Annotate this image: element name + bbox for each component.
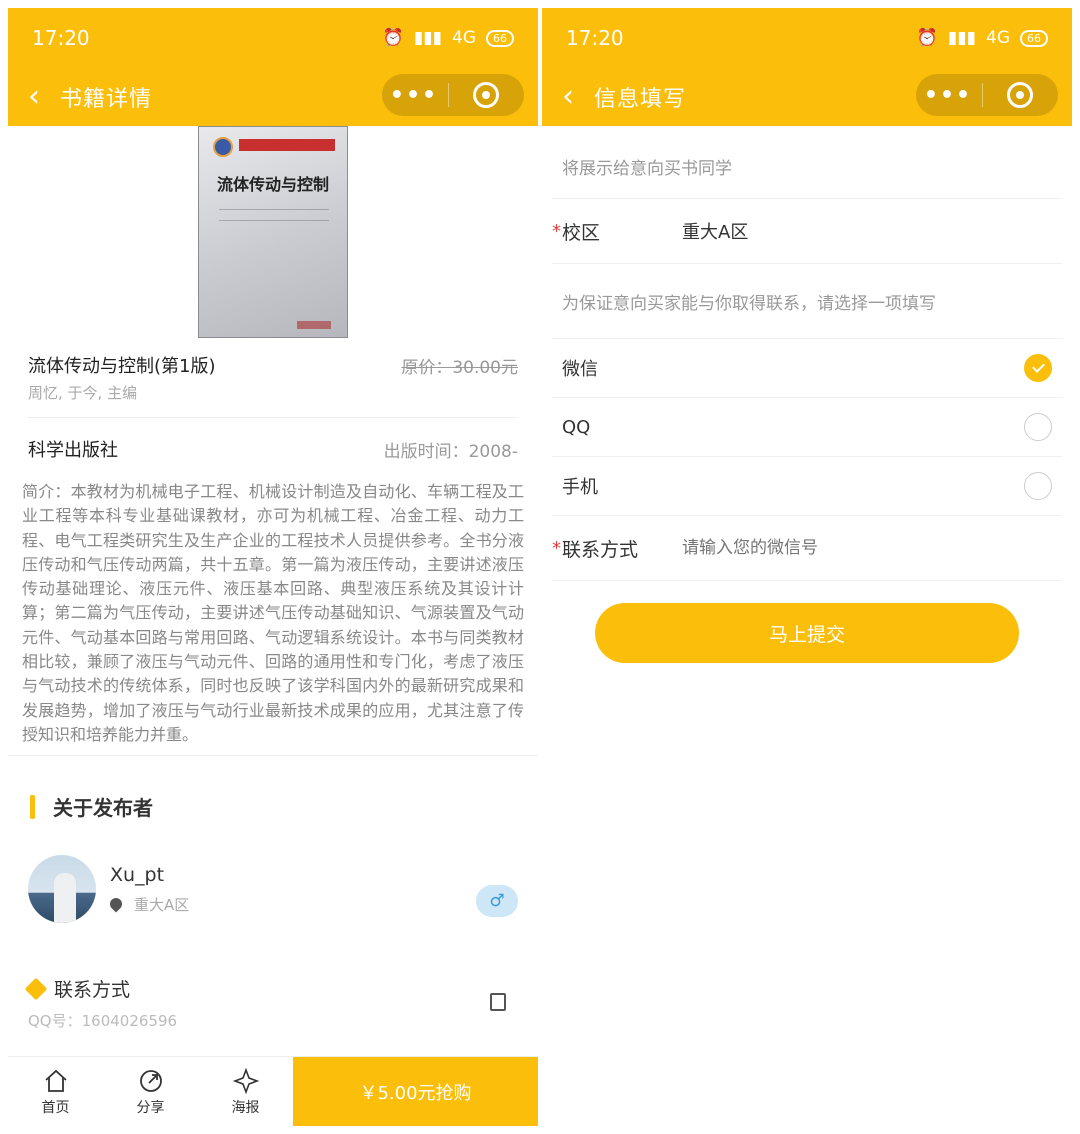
phone-radio[interactable] xyxy=(1024,472,1052,500)
book-name: 流体传动与控制(第1版) xyxy=(28,356,216,377)
about-publisher-title: 关于发布者 xyxy=(53,796,153,821)
cover-publisher-mark xyxy=(297,321,331,329)
poster-icon xyxy=(232,1067,260,1095)
qq-radio[interactable] xyxy=(1024,413,1052,441)
network-label: 4G xyxy=(452,28,476,48)
bottom-action-bar: 首页 分享 海报 ￥5.00元抢购 xyxy=(8,1056,538,1126)
publisher-location-text: 重大A区 xyxy=(134,895,190,914)
home-icon xyxy=(42,1067,70,1095)
target-icon xyxy=(1007,82,1033,108)
publisher-card[interactable]: Xu_pt 重大A区 ♂ xyxy=(8,821,538,924)
tab-poster[interactable]: 海报 xyxy=(198,1057,293,1126)
option-qq-label: QQ xyxy=(562,416,591,438)
mini-program-capsule: ••• xyxy=(916,74,1058,116)
book-detail-screen: 17:20 ⏰ ▮▮▮ 4G 66 ‹ 书籍详情 ••• 流体传动与控制 流体传… xyxy=(8,8,538,1126)
divider xyxy=(552,580,1062,581)
contact-title: 联系方式 xyxy=(54,979,131,1002)
book-cover[interactable]: 流体传动与控制 xyxy=(198,126,348,338)
book-intro: 简介：本教材为机械电子工程、机械设计制造及自动化、车辆工程及工业工程等本科专业基… xyxy=(22,482,524,744)
status-icons: ⏰ ▮▮▮ 4G 66 xyxy=(383,28,514,48)
campus-value[interactable]: 重大A区 xyxy=(682,218,748,244)
campus-label: 校区 xyxy=(562,221,601,244)
nav-bar: ‹ 信息填写 ••• xyxy=(542,68,1072,126)
contact-hint: 为保证意向买家能与你取得联系，请选择一项填写 xyxy=(562,293,936,314)
publisher-emblem-icon xyxy=(213,137,233,157)
option-phone[interactable]: 手机 xyxy=(542,457,1072,515)
required-mark: * xyxy=(552,220,561,242)
nav-bar: ‹ 书籍详情 ••• xyxy=(8,68,538,126)
mini-program-capsule: ••• xyxy=(382,74,524,116)
pencil-icon xyxy=(24,977,48,1001)
campus-row[interactable]: * 校区 重大A区 xyxy=(542,199,1072,263)
signal-icon: ▮▮▮ xyxy=(413,28,442,48)
contact-heading: 联系方式 xyxy=(8,923,538,1012)
network-label: 4G xyxy=(986,28,1010,48)
original-price: 原价：30.00元 xyxy=(401,357,518,378)
tab-poster-label: 海报 xyxy=(231,1099,260,1116)
display-hint: 将展示给意向买书同学 xyxy=(562,159,732,179)
option-wechat-label: 微信 xyxy=(562,359,598,380)
status-icons: ⏰ ▮▮▮ 4G 66 xyxy=(917,28,1048,48)
alarm-off-icon: ⏰ xyxy=(382,28,404,48)
required-mark: * xyxy=(552,537,561,559)
signal-icon: ▮▮▮ xyxy=(947,28,976,48)
cover-authors xyxy=(219,209,329,221)
cover-title: 流体传动与控制 xyxy=(216,175,329,194)
copy-document-icon[interactable] xyxy=(490,993,506,1012)
option-wechat[interactable]: 微信 xyxy=(542,339,1072,397)
close-capsule-button[interactable] xyxy=(985,82,1055,108)
back-icon[interactable]: ‹ xyxy=(562,82,574,112)
share-icon xyxy=(137,1067,165,1095)
male-gender-icon: ♂ xyxy=(476,885,518,918)
publisher-row: 科学出版社 出版时间：2008- xyxy=(8,418,538,480)
wechat-radio[interactable] xyxy=(1024,354,1052,382)
back-icon[interactable]: ‹ xyxy=(28,82,40,112)
avatar[interactable] xyxy=(28,855,96,924)
page-title: 信息填写 xyxy=(594,87,687,112)
publisher-info: Xu_pt 重大A区 xyxy=(107,863,190,915)
more-icon[interactable]: ••• xyxy=(916,83,980,108)
contact-label: 联系方式 xyxy=(562,538,639,561)
capsule-divider xyxy=(448,83,449,107)
book-author: 周忆, 于今, 主编 xyxy=(28,384,138,402)
avatar-figure xyxy=(54,873,76,924)
publisher-username: Xu_pt xyxy=(110,863,165,886)
capsule-divider xyxy=(982,83,983,107)
more-icon[interactable]: ••• xyxy=(382,83,446,108)
status-time: 17:20 xyxy=(32,26,90,50)
section-accent-bar xyxy=(30,794,35,819)
book-title-row: 流体传动与控制(第1版) 原价：30.00元 xyxy=(8,352,538,378)
tab-share[interactable]: 分享 xyxy=(103,1057,198,1126)
cover-ribbon xyxy=(239,139,335,151)
about-publisher-heading: 关于发布者 xyxy=(8,756,538,821)
battery-icon: 66 xyxy=(486,29,514,47)
submit-button[interactable]: 马上提交 xyxy=(595,603,1019,663)
battery-icon: 66 xyxy=(1020,29,1048,47)
qq-number: QQ号：1604026596 xyxy=(28,1012,178,1031)
publisher-location: 重大A区 xyxy=(107,894,190,915)
publish-time: 出版时间：2008- xyxy=(383,441,518,462)
tab-home[interactable]: 首页 xyxy=(8,1057,103,1126)
option-qq[interactable]: QQ xyxy=(542,398,1072,456)
target-icon xyxy=(473,82,499,108)
info-form-screen: 17:20 ⏰ ▮▮▮ 4G 66 ‹ 信息填写 ••• 将展示给意向买书同学 … xyxy=(542,8,1072,1126)
location-pin-icon xyxy=(107,895,125,913)
option-phone-label: 手机 xyxy=(562,477,598,498)
close-capsule-button[interactable] xyxy=(451,82,521,108)
publisher-name: 科学出版社 xyxy=(28,440,118,461)
page-title: 书籍详情 xyxy=(60,87,153,112)
tab-share-label: 分享 xyxy=(136,1099,165,1116)
alarm-off-icon: ⏰ xyxy=(916,28,938,48)
buy-button[interactable]: ￥5.00元抢购 xyxy=(293,1057,538,1126)
wechat-id-input[interactable] xyxy=(682,538,901,558)
status-time: 17:20 xyxy=(566,26,624,50)
status-bar: 17:20 ⏰ ▮▮▮ 4G 66 xyxy=(542,8,1072,68)
tab-home-label: 首页 xyxy=(41,1099,70,1116)
contact-row: * 联系方式 xyxy=(542,516,1072,580)
status-bar: 17:20 ⏰ ▮▮▮ 4G 66 xyxy=(8,8,538,68)
